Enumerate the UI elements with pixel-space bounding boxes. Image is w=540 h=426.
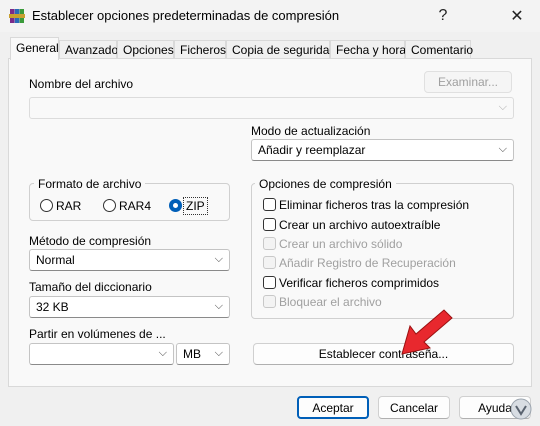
checkbox-delete-files[interactable]: [263, 198, 276, 211]
tab-copia-de-seguridad[interactable]: Copia de seguridad: [226, 40, 336, 59]
dictionary-size-value: 32 KB: [36, 300, 69, 314]
compression-method-value: Normal: [36, 253, 75, 267]
compression-options-label: Opciones de compresión: [255, 177, 396, 191]
checkbox-verify-files-label[interactable]: Verificar ficheros comprimidos: [279, 276, 439, 290]
tab-avanzado[interactable]: Avanzado: [59, 40, 118, 59]
radio-rar[interactable]: [40, 199, 53, 212]
help-button[interactable]: ?: [420, 0, 466, 32]
checkbox-lock-archive: [263, 295, 276, 308]
archive-name-combo[interactable]: ⌵: [29, 97, 514, 119]
update-mode-value: Añadir y reemplazar: [258, 143, 366, 157]
chevron-down-icon: ⌵: [214, 300, 223, 312]
checkbox-solid-archive-label: Crear un archivo sólido: [279, 237, 403, 251]
checkbox-recovery-record: [263, 256, 276, 269]
tab-ficheros[interactable]: Ficheros: [174, 40, 226, 59]
radio-zip[interactable]: [169, 199, 182, 212]
split-unit-select[interactable]: MB ⌵: [176, 343, 230, 365]
archive-format-label: Formato de archivo: [34, 177, 146, 191]
update-mode-select[interactable]: Añadir y reemplazar ⌵: [251, 139, 514, 161]
radio-rar-label[interactable]: RAR: [56, 199, 81, 213]
tab-fecha-y-hora[interactable]: Fecha y hora: [330, 40, 406, 59]
checkbox-verify-files[interactable]: [263, 276, 276, 289]
browse-button[interactable]: Examinar...: [424, 71, 512, 93]
ok-button[interactable]: Aceptar: [297, 396, 369, 419]
checkbox-create-sfx-label[interactable]: Crear un archivo autoextraíble: [279, 218, 440, 232]
dictionary-size-select[interactable]: 32 KB ⌵: [29, 296, 230, 318]
checkbox-recovery-record-label: Añadir Registro de Recuperación: [279, 256, 456, 270]
set-password-button[interactable]: Establecer contraseña...: [253, 343, 514, 365]
watermark-logo-icon: [510, 398, 532, 420]
tab-opciones[interactable]: Opciones: [117, 40, 174, 59]
radio-rar4[interactable]: [103, 199, 116, 212]
chevron-down-icon: ⌵: [158, 347, 167, 359]
radio-zip-label[interactable]: ZIP: [183, 197, 208, 215]
split-unit-value: MB: [183, 347, 201, 361]
chevron-down-icon: ⌵: [214, 347, 223, 359]
update-mode-label: Modo de actualización: [251, 124, 371, 138]
compression-method-label: Método de compresión: [29, 234, 152, 248]
close-button[interactable]: ✕: [494, 0, 540, 32]
split-volumes-label: Partir en volúmenes de ...: [29, 327, 166, 341]
tab-general[interactable]: General: [10, 37, 59, 60]
archive-name-label: Nombre del archivo: [29, 77, 134, 91]
dictionary-size-label: Tamaño del diccionario: [29, 280, 152, 294]
checkbox-delete-files-label[interactable]: Eliminar ficheros tras la compresión: [279, 198, 469, 212]
tab-comentario[interactable]: Comentario: [405, 40, 473, 59]
compression-method-select[interactable]: Normal ⌵: [29, 249, 230, 271]
red-arrow-icon: [398, 304, 458, 358]
checkbox-create-sfx[interactable]: [263, 218, 276, 231]
checkbox-solid-archive: [263, 237, 276, 250]
checkbox-lock-archive-label: Bloquear el archivo: [279, 295, 382, 309]
winrar-app-icon: [9, 8, 25, 24]
chevron-down-icon: ⌵: [498, 101, 507, 113]
split-volumes-combo[interactable]: ⌵: [29, 343, 174, 365]
window-title: Establecer opciones predeterminadas de c…: [32, 8, 340, 23]
radio-rar4-label[interactable]: RAR4: [119, 199, 151, 213]
chevron-down-icon: ⌵: [498, 143, 507, 155]
chevron-down-icon: ⌵: [214, 253, 223, 265]
cancel-button[interactable]: Cancelar: [378, 396, 450, 419]
